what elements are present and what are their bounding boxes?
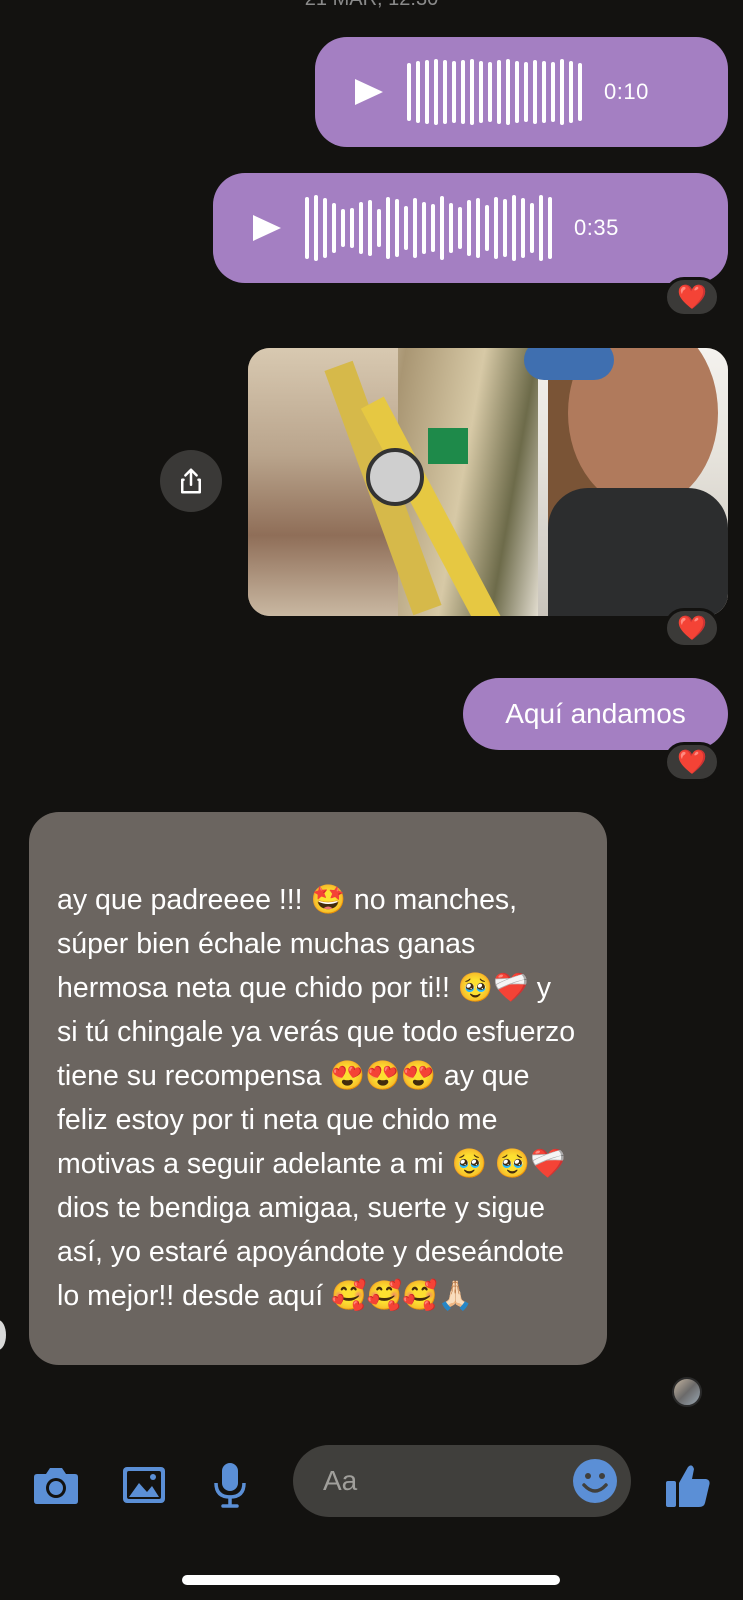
camera-icon <box>34 1468 78 1504</box>
waveform-bar <box>578 63 582 121</box>
audio-waveform <box>407 57 582 127</box>
waveform-bar <box>467 200 471 256</box>
home-indicator[interactable] <box>182 1575 560 1585</box>
waveform-bar <box>488 62 492 122</box>
heart-reaction[interactable]: ❤️ <box>664 742 720 782</box>
sender-avatar-edge <box>0 1320 6 1350</box>
waveform-bar <box>461 60 465 124</box>
waveform-bar <box>476 198 480 258</box>
message-input[interactable] <box>323 1465 543 1497</box>
waveform-bar <box>434 59 438 125</box>
waveform-bar <box>377 209 381 247</box>
waveform-bar <box>359 202 363 254</box>
waveform-bar <box>431 204 435 252</box>
heart-reaction[interactable]: ❤️ <box>664 277 720 317</box>
microphone-icon <box>214 1463 246 1508</box>
waveform-bar <box>494 197 498 259</box>
waveform-bar <box>548 197 552 259</box>
waveform-bar <box>341 209 345 247</box>
heart-reaction[interactable]: ❤️ <box>664 608 720 648</box>
like-button[interactable] <box>660 1457 716 1513</box>
waveform-bar <box>512 195 516 261</box>
waveform-bar <box>350 208 354 248</box>
waveform-bar <box>443 60 447 124</box>
conversation-timestamp: 21 MAR, 12:30 <box>0 0 743 10</box>
voice-duration: 0:10 <box>604 79 649 104</box>
play-icon[interactable] <box>253 215 281 241</box>
play-icon[interactable] <box>355 79 383 105</box>
message-text: ay que padreeee !!! 🤩 no manches, súper … <box>57 884 576 1312</box>
waveform-bar <box>425 60 429 124</box>
waveform-bar <box>470 59 474 125</box>
share-button[interactable] <box>160 450 222 512</box>
incoming-message[interactable]: ay que padreeee !!! 🤩 no manches, súper … <box>29 812 607 1365</box>
waveform-bar <box>533 60 537 124</box>
voice-message[interactable]: 0:35 <box>213 173 728 283</box>
message-composer <box>0 1445 743 1525</box>
outgoing-message[interactable]: Aquí andamos <box>463 678 728 750</box>
waveform-bar <box>452 61 456 123</box>
camera-button[interactable] <box>28 1457 84 1513</box>
waveform-bar <box>416 61 420 123</box>
waveform-bar <box>305 197 309 259</box>
waveform-bar <box>413 198 417 258</box>
waveform-bar <box>479 61 483 123</box>
waveform-bar <box>314 195 318 261</box>
seen-avatar <box>672 1377 702 1407</box>
waveform-bar <box>458 207 462 249</box>
voice-duration: 0:35 <box>574 215 619 240</box>
waveform-bar <box>407 63 411 121</box>
waveform-bar <box>404 206 408 250</box>
waveform-bar <box>503 199 507 257</box>
waveform-bar <box>449 203 453 253</box>
thumbs-up-icon <box>666 1465 710 1507</box>
waveform-bar <box>521 198 525 258</box>
voice-message[interactable]: 0:10 <box>315 37 728 147</box>
waveform-bar <box>524 62 528 122</box>
waveform-bar <box>542 61 546 123</box>
waveform-bar <box>515 61 519 123</box>
waveform-bar <box>440 196 444 260</box>
photo-message[interactable] <box>248 348 728 616</box>
waveform-bar <box>332 203 336 253</box>
waveform-bar <box>530 203 534 253</box>
gallery-icon <box>123 1467 165 1503</box>
waveform-bar <box>497 60 501 124</box>
microphone-button[interactable] <box>202 1457 258 1513</box>
waveform-bar <box>485 205 489 251</box>
waveform-bar <box>395 199 399 257</box>
waveform-bar <box>551 62 555 122</box>
audio-waveform <box>305 193 552 263</box>
waveform-bar <box>539 195 543 261</box>
message-text: Aquí andamos <box>505 698 686 729</box>
waveform-bar <box>323 198 327 258</box>
waveform-bar <box>569 61 573 123</box>
message-input-field[interactable] <box>293 1445 631 1517</box>
waveform-bar <box>560 59 564 125</box>
waveform-bar <box>386 197 390 259</box>
waveform-bar <box>368 200 372 256</box>
waveform-bar <box>506 59 510 125</box>
waveform-bar <box>422 202 426 254</box>
share-icon <box>181 468 201 494</box>
emoji-icon[interactable] <box>571 1457 619 1505</box>
gallery-button[interactable] <box>116 1457 172 1513</box>
